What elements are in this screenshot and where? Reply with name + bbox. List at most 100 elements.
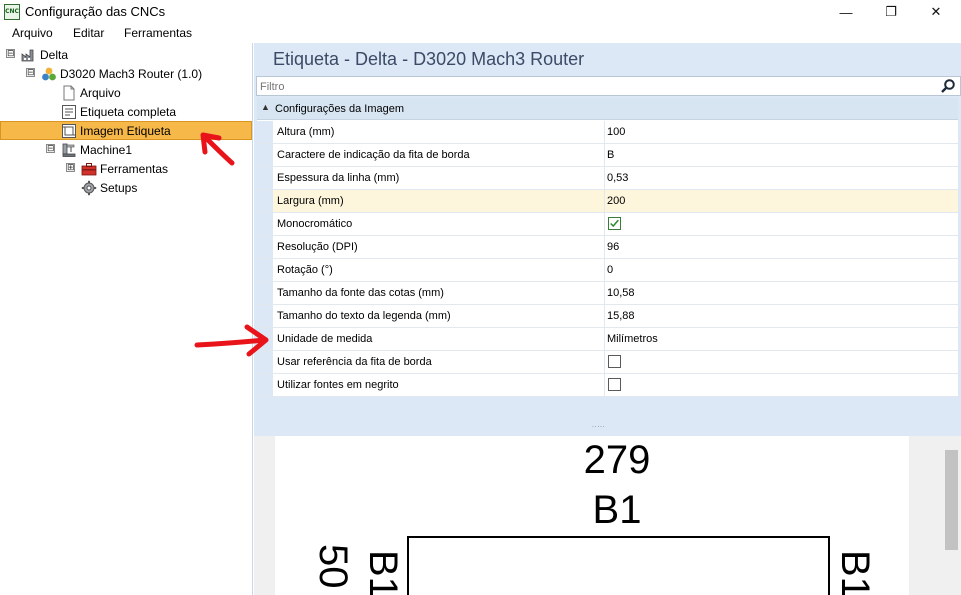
property-name: Usar referência da fita de borda — [277, 356, 432, 368]
menu-ferramentas[interactable]: Ferramentas — [124, 26, 192, 40]
column-divider — [604, 305, 605, 327]
row-gutter — [257, 305, 273, 327]
property-name: Resolução (DPI) — [277, 241, 358, 253]
search-icon[interactable] — [940, 78, 956, 94]
property-name: Altura (mm) — [277, 126, 335, 138]
property-value[interactable]: 0,53 — [607, 172, 628, 184]
cnc-tree: ⊟ Delta ⊟ D3020 Mach3 Router (1.0) Arqui… — [0, 43, 253, 595]
property-row-largura[interactable]: Largura (mm) 200 — [257, 190, 958, 213]
tree-node-label: Arquivo — [80, 85, 121, 100]
tree-node-label: Delta — [40, 47, 69, 62]
property-grid: ▲ Configurações da Imagem Altura (mm) 10… — [257, 98, 958, 397]
window-title: Configuração das CNCs — [25, 4, 166, 19]
file-icon — [63, 85, 75, 100]
filter-input[interactable] — [260, 79, 920, 94]
property-row-rotacao[interactable]: Rotação (°) 0 — [257, 259, 958, 282]
app-cnc-icon: CNC — [4, 4, 20, 20]
label-icon — [62, 104, 76, 119]
tree-node-d3020-router[interactable]: D3020 Mach3 Router (1.0) — [41, 64, 202, 83]
label-image-icon — [62, 123, 76, 138]
collapse-delta-icon[interactable]: ⊟ — [6, 49, 15, 58]
collapse-router-icon[interactable]: ⊟ — [26, 68, 35, 77]
minimize-button[interactable]: — — [823, 0, 869, 24]
properties-panel: Etiqueta - Delta - D3020 Mach3 Router ▲ … — [254, 43, 961, 595]
fontes-negrito-checkbox[interactable] — [608, 378, 621, 391]
splitter-grip-icon: ˙˙˙˙˙ — [592, 425, 606, 434]
cnc-machine-icon — [62, 143, 76, 157]
tree-node-machine1[interactable]: Machine1 — [61, 140, 132, 159]
property-value[interactable]: 10,58 — [607, 287, 635, 299]
property-value[interactable]: 100 — [607, 126, 625, 138]
column-divider — [604, 351, 605, 373]
tree-node-ferramentas[interactable]: Ferramentas — [81, 159, 168, 178]
row-gutter — [257, 167, 273, 189]
filter-box — [256, 76, 961, 96]
property-row-caractere-fita[interactable]: Caractere de indicação da fita de borda … — [257, 144, 958, 167]
row-gutter — [257, 213, 273, 235]
monocromatico-checkbox[interactable] — [608, 217, 621, 230]
menu-bar: Arquivo Editar Ferramentas — [0, 24, 961, 43]
property-value[interactable]: 96 — [607, 241, 619, 253]
property-name: Espessura da linha (mm) — [277, 172, 400, 184]
property-row-espessura-linha[interactable]: Espessura da linha (mm) 0,53 — [257, 167, 958, 190]
tree-node-label: Setups — [100, 180, 138, 195]
property-value[interactable]: Milímetros — [607, 333, 658, 345]
property-row-tamanho-fonte-cotas[interactable]: Tamanho da fonte das cotas (mm) 10,58 — [257, 282, 958, 305]
tree-node-setups[interactable]: Setups — [81, 178, 137, 197]
row-gutter — [257, 259, 273, 281]
property-row-monocromatico[interactable]: Monocromático — [257, 213, 958, 236]
menu-arquivo[interactable]: Arquivo — [12, 26, 53, 40]
right-edge-label: B1 — [833, 550, 877, 595]
property-name: Tamanho da fonte das cotas (mm) — [277, 287, 444, 299]
property-name: Monocromático — [277, 218, 353, 230]
page-title: Etiqueta - Delta - D3020 Mach3 Router — [273, 49, 585, 69]
piece-outline — [407, 536, 830, 595]
property-name: Largura (mm) — [277, 195, 344, 207]
left-dimension-text: 50 — [311, 544, 355, 589]
close-button[interactable]: ✕ — [913, 0, 959, 24]
label-drawing: 279 B1 50 B1 B1 — [311, 438, 877, 595]
scrollbar-thumb[interactable] — [945, 450, 958, 550]
property-value[interactable]: B — [607, 149, 614, 161]
property-value[interactable]: 0 — [607, 264, 613, 276]
row-gutter — [257, 190, 273, 212]
factory-icon — [21, 49, 34, 61]
property-value[interactable]: 200 — [607, 195, 625, 207]
group-header-configuracoes-imagem[interactable]: ▲ Configurações da Imagem — [257, 98, 958, 120]
group-label: Configurações da Imagem — [275, 103, 405, 115]
chevron-up-icon[interactable]: ▲ — [261, 102, 270, 112]
row-gutter — [257, 351, 273, 373]
row-gutter — [257, 144, 273, 166]
maximize-button[interactable]: ❐ — [868, 0, 914, 24]
property-name: Unidade de medida — [277, 333, 373, 345]
collapse-machine1-icon[interactable]: ⊟ — [46, 144, 55, 153]
menu-editar[interactable]: Editar — [73, 26, 104, 40]
checkmark-icon — [610, 219, 619, 228]
property-row-resolucao[interactable]: Resolução (DPI) 96 — [257, 236, 958, 259]
preview-scrollbar[interactable] — [943, 436, 961, 595]
row-gutter — [257, 282, 273, 304]
property-value[interactable]: 15,88 — [607, 310, 635, 322]
usar-referencia-checkbox[interactable] — [608, 355, 621, 368]
column-divider — [604, 282, 605, 304]
column-divider — [604, 213, 605, 235]
tree-node-delta[interactable]: Delta — [21, 45, 68, 64]
preview-splitter[interactable]: ˙˙˙˙˙ — [254, 419, 961, 436]
property-row-usar-referencia-fita[interactable]: Usar referência da fita de borda — [257, 351, 958, 374]
expand-ferramentas-icon[interactable]: ⊞ — [66, 163, 75, 172]
row-gutter — [257, 236, 273, 258]
property-row-altura[interactable]: Altura (mm) 100 — [257, 121, 958, 144]
column-divider — [604, 259, 605, 281]
tree-node-label: Etiqueta completa — [80, 104, 177, 119]
row-gutter — [257, 121, 273, 143]
property-row-fontes-negrito[interactable]: Utilizar fontes em negrito — [257, 374, 958, 397]
tree-node-arquivo[interactable]: Arquivo — [61, 83, 121, 102]
property-row-tamanho-texto-legenda[interactable]: Tamanho do texto da legenda (mm) 15,88 — [257, 305, 958, 328]
tree-node-imagem-etiqueta[interactable]: Imagem Etiqueta — [0, 121, 252, 140]
property-row-unidade-medida[interactable]: Unidade de medida Milímetros — [257, 328, 958, 351]
left-edge-label: B1 — [361, 550, 405, 595]
property-name: Caractere de indicação da fita de borda — [277, 149, 470, 161]
tree-node-etiqueta-completa[interactable]: Etiqueta completa — [61, 102, 176, 121]
preview-canvas: 279 B1 50 B1 B1 — [275, 436, 909, 595]
property-name: Utilizar fontes em negrito — [277, 379, 399, 391]
